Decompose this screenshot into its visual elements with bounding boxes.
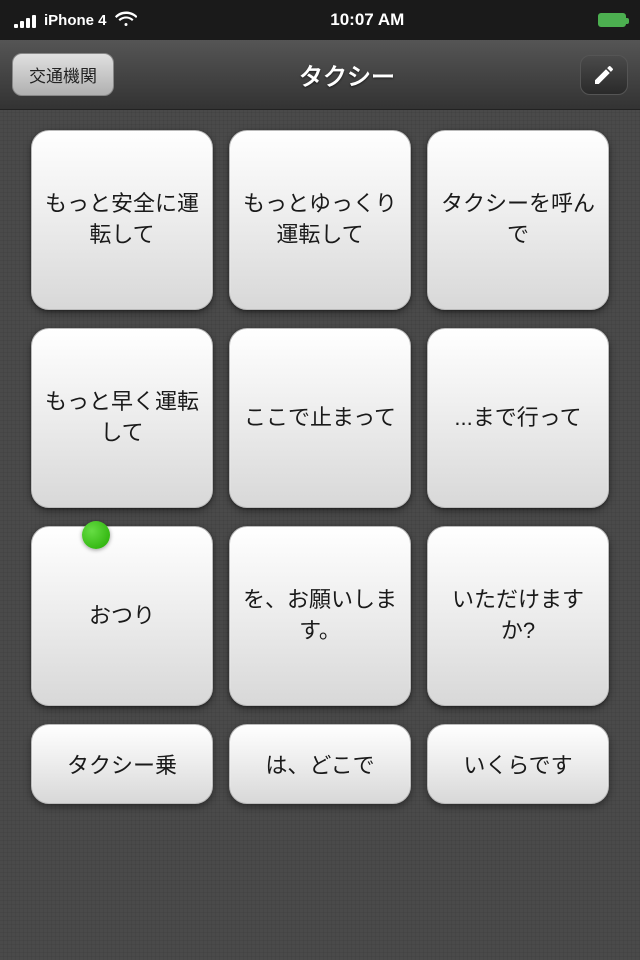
edit-button[interactable] bbox=[580, 55, 628, 95]
list-item[interactable]: いくらです bbox=[427, 724, 609, 804]
list-item[interactable]: もっと安全に運転して bbox=[31, 130, 213, 310]
status-right bbox=[598, 13, 626, 27]
carrier-label: iPhone 4 bbox=[44, 12, 107, 29]
signal-bar-4 bbox=[32, 15, 36, 28]
list-item[interactable]: もっとゆっくり運転して bbox=[229, 130, 411, 310]
list-item[interactable]: タクシーを呼んで bbox=[427, 130, 609, 310]
back-button[interactable]: 交通機関 bbox=[12, 53, 114, 96]
list-item[interactable]: タクシー乗 bbox=[31, 724, 213, 804]
signal-bar-3 bbox=[26, 18, 30, 28]
list-item[interactable]: いただけますか? bbox=[427, 526, 609, 706]
grid-area: もっと安全に運転して もっとゆっくり運転して タクシーを呼んで もっと早く運転し… bbox=[0, 110, 640, 960]
green-dot-indicator bbox=[82, 521, 110, 549]
status-left: iPhone 4 bbox=[14, 10, 137, 30]
nav-bar: 交通機関 タクシー bbox=[0, 40, 640, 110]
list-item[interactable]: ...まで行って bbox=[427, 328, 609, 508]
list-item[interactable]: ここで止まって bbox=[229, 328, 411, 508]
status-bar: iPhone 4 10:07 AM bbox=[0, 0, 640, 40]
list-item[interactable]: おつり bbox=[31, 526, 213, 706]
signal-bar-1 bbox=[14, 24, 18, 28]
grid-row-4: タクシー乗 は、どこで いくらです bbox=[16, 724, 624, 804]
pencil-icon bbox=[592, 63, 616, 87]
signal-bar-2 bbox=[20, 21, 24, 28]
wifi-icon bbox=[115, 10, 137, 30]
list-item[interactable]: は、どこで bbox=[229, 724, 411, 804]
status-time: 10:07 AM bbox=[330, 10, 404, 30]
list-item[interactable]: を、お願いします。 bbox=[229, 526, 411, 706]
signal-bars bbox=[14, 12, 36, 28]
grid-row-1: もっと安全に運転して もっとゆっくり運転して タクシーを呼んで bbox=[16, 130, 624, 310]
list-item[interactable]: もっと早く運転して bbox=[31, 328, 213, 508]
battery-icon bbox=[598, 13, 626, 27]
nav-title: タクシー bbox=[114, 57, 580, 92]
grid-row-3: おつり を、お願いします。 いただけますか? bbox=[16, 526, 624, 706]
grid-row-2: もっと早く運転して ここで止まって ...まで行って bbox=[16, 328, 624, 508]
